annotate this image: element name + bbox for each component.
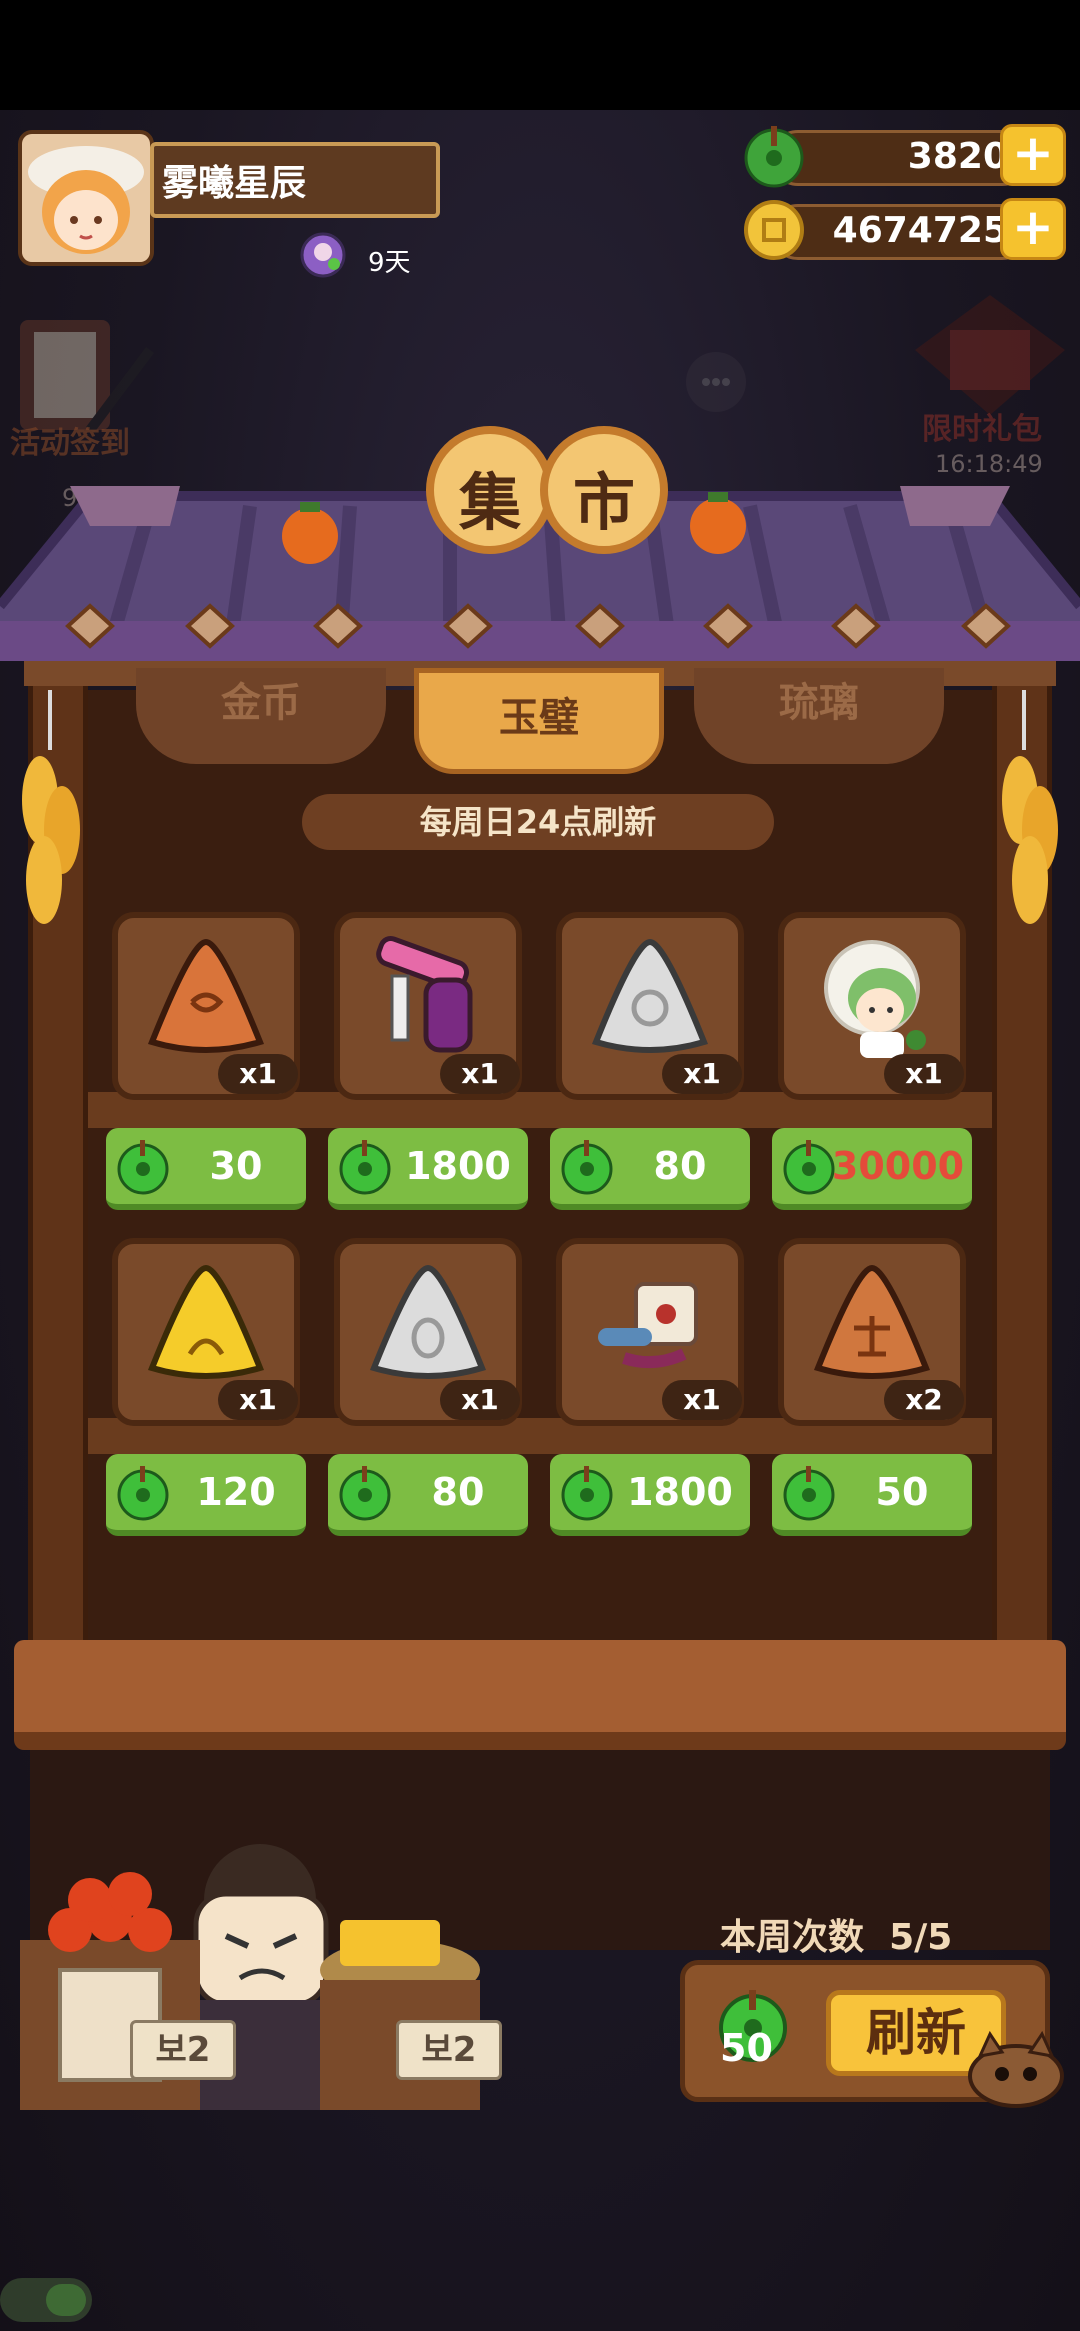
- shop-item[interactable]: x1: [334, 1238, 522, 1426]
- corn-decoration-icon: [10, 690, 90, 954]
- jade-icon: [742, 124, 806, 192]
- buy-button[interactable]: 80: [328, 1454, 528, 1536]
- bottom-toggle[interactable]: [0, 2278, 92, 2322]
- crate-label: 보2: [396, 2020, 502, 2080]
- buy-button[interactable]: 50: [772, 1454, 972, 1536]
- tab-jade[interactable]: 玉璧: [414, 668, 664, 774]
- shop-item[interactable]: x2: [778, 1238, 966, 1426]
- chat-bubble-icon[interactable]: [684, 350, 748, 418]
- gold-triangle-charm-icon: [147, 1264, 265, 1379]
- player-name: 雾曦星辰: [162, 163, 307, 204]
- tab-glass[interactable]: 琉璃: [694, 668, 944, 764]
- jade-icon: [117, 1140, 169, 1195]
- green-haired-character-icon: [824, 940, 926, 1058]
- copper-glyph-charm-icon: [813, 1264, 931, 1379]
- jade-icon: [117, 1466, 169, 1521]
- avatar[interactable]: [18, 130, 154, 266]
- jade-icon: [561, 1466, 613, 1521]
- corn-decoration-icon: [990, 690, 1070, 954]
- shop-item[interactable]: x1: [112, 912, 300, 1100]
- buy-button[interactable]: 30: [106, 1128, 306, 1210]
- jade-icon: [339, 1140, 391, 1195]
- add-jade-button[interactable]: +: [1000, 124, 1066, 186]
- weekly-refresh-note: 每周日24点刷新: [302, 794, 774, 850]
- bronze-triangle-charm-icon: [147, 938, 265, 1053]
- buy-button[interactable]: 1800: [550, 1454, 750, 1536]
- buy-button[interactable]: 30000: [772, 1128, 972, 1210]
- shop-item[interactable]: x1: [778, 912, 966, 1100]
- market-title-char-1: 集: [426, 426, 554, 554]
- jade-icon: [561, 1140, 613, 1195]
- coin-icon: [742, 198, 806, 266]
- jade-icon: [339, 1466, 391, 1521]
- weekly-refresh-count: 5/5: [889, 1917, 953, 1958]
- crate-label: 보2: [130, 2020, 236, 2080]
- buy-button[interactable]: 120: [106, 1454, 306, 1536]
- silver-beetle-charm-icon: [369, 1264, 487, 1379]
- purple-saw-icon: [376, 935, 473, 1053]
- shop-item[interactable]: x1: [112, 1238, 300, 1426]
- refresh-cost: 50: [720, 2026, 773, 2070]
- avatar-portrait-icon: [22, 134, 150, 262]
- cat-mascot-icon: [966, 2028, 1066, 2112]
- add-coins-button[interactable]: +: [1000, 198, 1066, 260]
- shop-item[interactable]: x1: [556, 912, 744, 1100]
- silver-swirl-charm-icon: [591, 938, 709, 1053]
- market-title-char-2: 市: [540, 426, 668, 554]
- buy-button[interactable]: 80: [550, 1128, 750, 1210]
- status-bar: [0, 0, 1080, 110]
- gift-pack-icon[interactable]: [905, 290, 1075, 420]
- vip-badge-icon[interactable]: [300, 232, 346, 278]
- jade-amount: 3820: [907, 136, 1008, 177]
- tab-gold-coins[interactable]: 金币: [136, 668, 386, 764]
- shop-item[interactable]: x1: [334, 912, 522, 1100]
- vip-days: 9天: [368, 248, 411, 278]
- shop-item[interactable]: x1: [556, 1238, 744, 1426]
- gift-pack-label[interactable]: 限时礼包: [922, 404, 1042, 448]
- stall-counter: [14, 1640, 1066, 1750]
- coin-amount: 4674725: [832, 210, 1008, 251]
- weekly-refresh-label: 本周次数 5/5: [720, 1917, 953, 1958]
- jade-icon: [783, 1466, 835, 1521]
- buy-button[interactable]: 1800: [328, 1128, 528, 1210]
- dice-toy-icon: [598, 1282, 698, 1369]
